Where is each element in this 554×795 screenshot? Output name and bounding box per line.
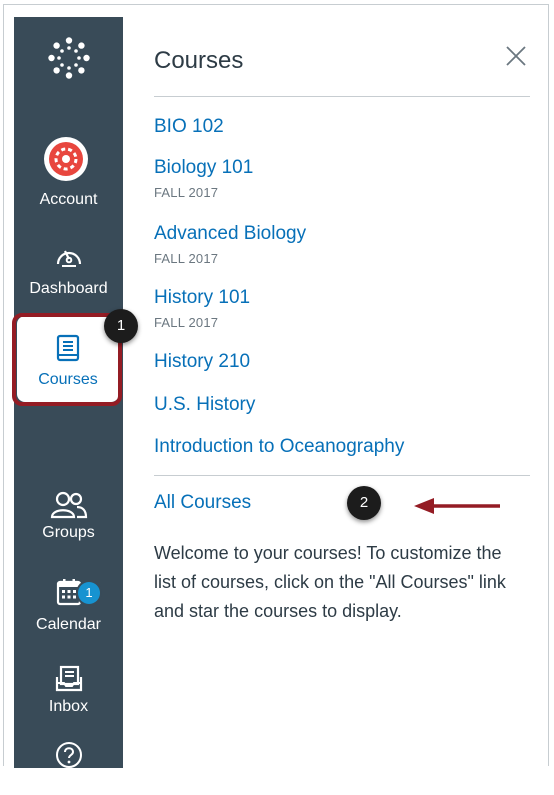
course-link[interactable]: Biology 101 xyxy=(154,157,253,179)
tray-divider-bottom xyxy=(154,475,530,476)
welcome-text: Welcome to your courses! To customize th… xyxy=(154,543,506,621)
course-term: FALL 2017 xyxy=(154,185,219,200)
nav-dashboard-label: Dashboard xyxy=(29,280,108,297)
nav-account-label: Account xyxy=(39,191,98,208)
nav-help-label: Help xyxy=(52,777,85,794)
help-icon xyxy=(55,742,82,768)
course-term: FALL 2017 xyxy=(154,251,219,266)
course-link[interactable]: U.S. History xyxy=(154,394,255,416)
course-term: FALL 2017 xyxy=(154,315,219,330)
nav-calendar-label: Calendar xyxy=(36,616,101,633)
course-link[interactable]: Introduction to Oceanography xyxy=(154,436,404,458)
course-link[interactable]: BIO 102 xyxy=(154,116,224,138)
callout-badge-1: 1 xyxy=(104,309,138,343)
inbox-unread-badge: 1 xyxy=(78,582,100,604)
nav-groups[interactable]: Groups xyxy=(14,491,123,542)
nav-inbox-label: Inbox xyxy=(48,698,89,715)
nav-dashboard[interactable]: Dashboard xyxy=(14,242,123,298)
courses-tray: Courses BIO 102 Biology 101 FALL 2017 Ad… xyxy=(154,0,530,768)
all-courses-link[interactable]: All Courses xyxy=(154,492,251,514)
inbox-icon xyxy=(55,665,82,692)
groups-icon xyxy=(50,491,87,519)
course-link[interactable]: Advanced Biology xyxy=(154,223,306,245)
canvas-logo-icon[interactable] xyxy=(48,37,90,79)
nav-groups-label: Groups xyxy=(42,524,95,541)
callout-badge-2: 2 xyxy=(347,486,381,520)
course-link[interactable]: History 210 xyxy=(154,351,250,373)
nav-account[interactable]: Account xyxy=(14,191,123,209)
dashboard-icon xyxy=(56,250,81,267)
account-avatar[interactable] xyxy=(44,137,88,181)
account-avatar-icon xyxy=(49,142,83,176)
arrow-left-icon xyxy=(414,498,500,514)
nav-inbox[interactable]: Inbox xyxy=(14,664,123,716)
nav-calendar[interactable]: Calendar xyxy=(14,578,123,634)
close-icon[interactable] xyxy=(504,44,528,68)
nav-help[interactable]: Help xyxy=(14,741,123,795)
tray-title: Courses xyxy=(154,47,244,74)
course-link[interactable]: History 101 xyxy=(154,287,250,309)
tray-divider-top xyxy=(154,96,530,97)
